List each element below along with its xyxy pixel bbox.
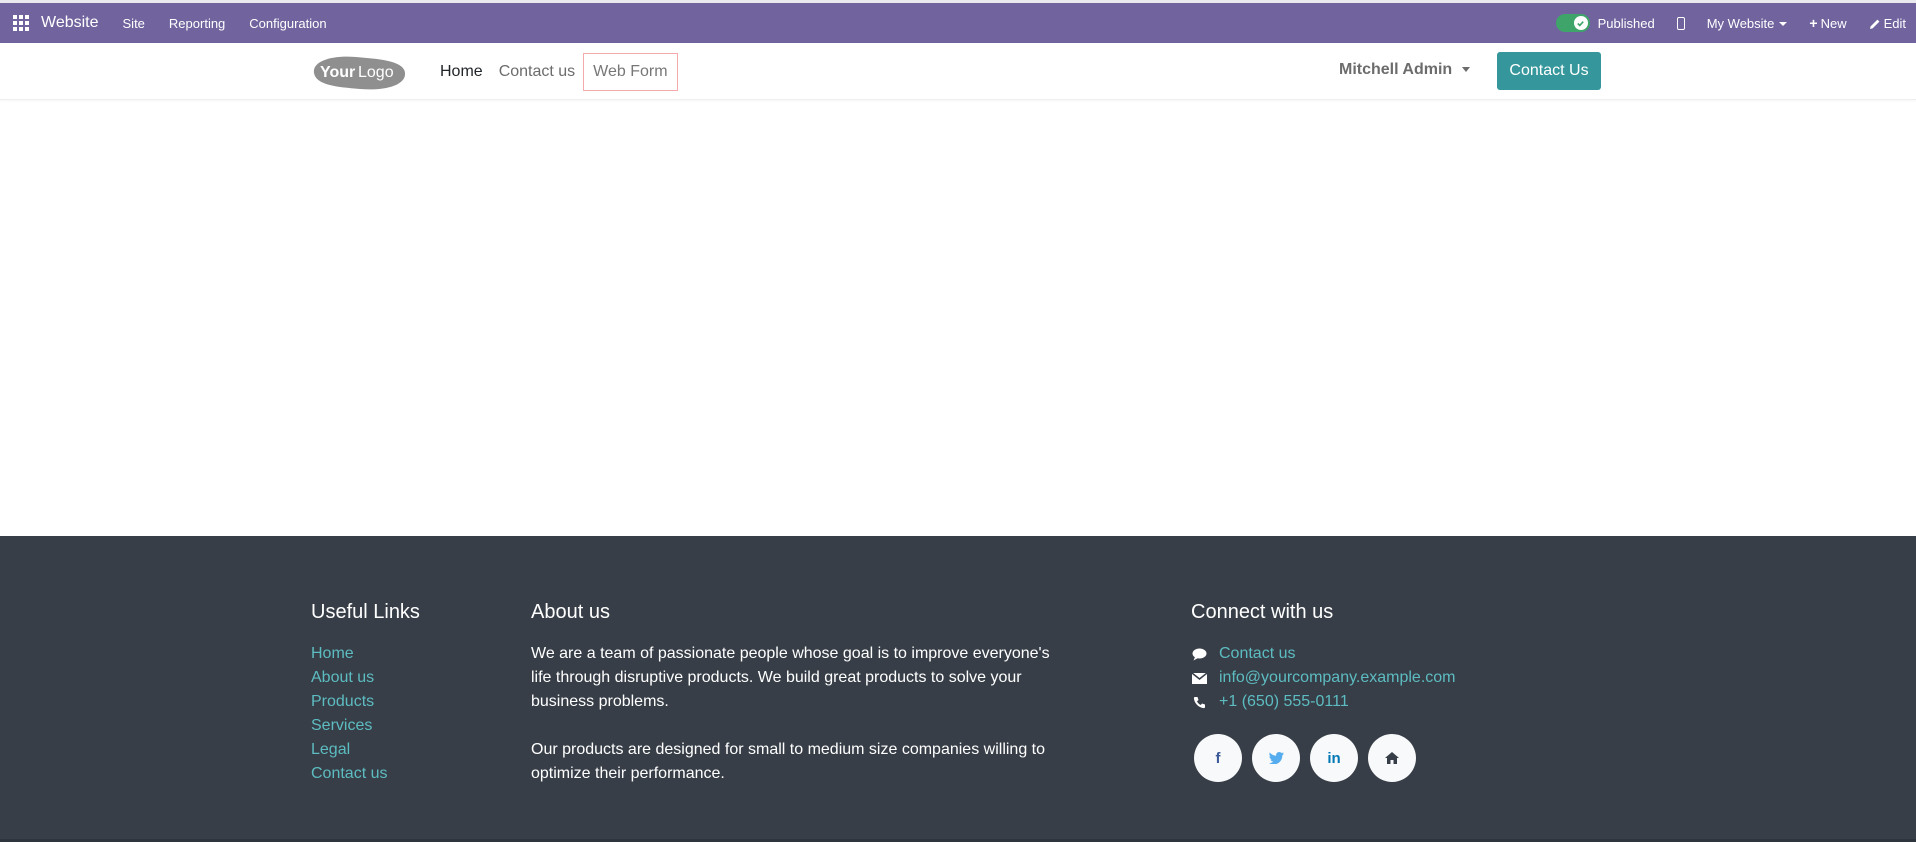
- footer-link-legal[interactable]: Legal: [311, 738, 420, 762]
- connect-section: Connect with us Contact us info@yourcomp…: [1191, 600, 1456, 782]
- comment-icon: [1191, 646, 1207, 662]
- about-paragraph: We are a team of passionate people whose…: [531, 645, 1050, 710]
- twitter-button[interactable]: [1252, 734, 1300, 782]
- caret-down-icon: [1462, 67, 1471, 73]
- footer-link-products[interactable]: Products: [311, 690, 420, 714]
- linkedin-button[interactable]: in: [1310, 734, 1358, 782]
- useful-links-title: Useful Links: [311, 601, 420, 623]
- main-content: [0, 100, 1916, 536]
- email-row: info@yourcompany.example.com: [1191, 666, 1456, 690]
- admin-navbar: Website Site Reporting Configuration Pub…: [0, 0, 1916, 43]
- contact-row: Contact us: [1191, 642, 1456, 666]
- linkedin-icon: in: [1327, 749, 1341, 767]
- website-selector-label: My Website: [1706, 15, 1775, 31]
- phone-link[interactable]: +1 (650) 555-0111: [1219, 693, 1349, 711]
- user-menu[interactable]: Mitchell Admin: [1339, 61, 1471, 79]
- about-paragraph: Our products are designed for small to m…: [531, 741, 1046, 782]
- menu-reporting[interactable]: Reporting: [169, 16, 225, 31]
- home-button[interactable]: [1368, 734, 1416, 782]
- app-name[interactable]: Website: [41, 14, 99, 32]
- logo-text-light: Logo: [358, 64, 394, 81]
- published-toggle[interactable]: [1555, 14, 1590, 32]
- new-button[interactable]: + New: [1809, 15, 1846, 31]
- connect-title: Connect with us: [1191, 601, 1334, 623]
- connect-contact-link[interactable]: Contact us: [1219, 645, 1295, 663]
- edit-button[interactable]: Edit: [1869, 16, 1906, 31]
- about-title: About us: [531, 601, 610, 623]
- footer-link-contact-us[interactable]: Contact us: [311, 762, 420, 786]
- social-links: f in: [1194, 734, 1456, 782]
- nav-home[interactable]: Home: [432, 63, 491, 81]
- phone-icon: [1191, 694, 1207, 710]
- footer-link-about-us[interactable]: About us: [311, 666, 420, 690]
- useful-links-section: Useful Links Home About us Products Serv…: [311, 600, 420, 786]
- edit-label: Edit: [1883, 15, 1906, 31]
- main-nav: Home Contact us Web Form: [432, 53, 678, 91]
- email-link[interactable]: info@yourcompany.example.com: [1219, 669, 1456, 687]
- envelope-icon: [1191, 670, 1207, 686]
- facebook-icon: f: [1215, 749, 1221, 767]
- footer-link-services[interactable]: Services: [311, 714, 420, 738]
- user-name: Mitchell Admin: [1339, 61, 1453, 78]
- plus-icon: +: [1809, 15, 1818, 31]
- nav-contact-us[interactable]: Contact us: [491, 63, 583, 81]
- phone-row: +1 (650) 555-0111: [1191, 690, 1456, 714]
- logo-text-bold: Your: [320, 64, 355, 81]
- contact-us-button[interactable]: Contact Us: [1497, 52, 1601, 90]
- mobile-preview-icon[interactable]: [1676, 16, 1685, 30]
- menu-site[interactable]: Site: [123, 16, 145, 31]
- new-label: New: [1820, 16, 1847, 31]
- caret-down-icon: [1779, 22, 1788, 27]
- nav-web-form[interactable]: Web Form: [583, 53, 678, 91]
- apps-grid-icon[interactable]: [13, 15, 29, 31]
- about-section: About us We are a team of passionate peo…: [531, 600, 1061, 786]
- website-header: Your Logo Home Contact us Web Form Mitch…: [0, 43, 1916, 100]
- website-selector[interactable]: My Website: [1707, 16, 1788, 31]
- footer: Useful Links Home About us Products Serv…: [0, 536, 1916, 842]
- pencil-icon: [1869, 19, 1879, 30]
- twitter-icon: [1268, 752, 1284, 764]
- facebook-button[interactable]: f: [1194, 734, 1242, 782]
- menu-configuration[interactable]: Configuration: [249, 16, 326, 31]
- published-label[interactable]: Published: [1598, 16, 1655, 31]
- footer-link-home[interactable]: Home: [311, 642, 420, 666]
- home-icon: [1385, 752, 1399, 764]
- check-icon: [1577, 20, 1584, 27]
- company-logo[interactable]: Your Logo: [310, 51, 406, 91]
